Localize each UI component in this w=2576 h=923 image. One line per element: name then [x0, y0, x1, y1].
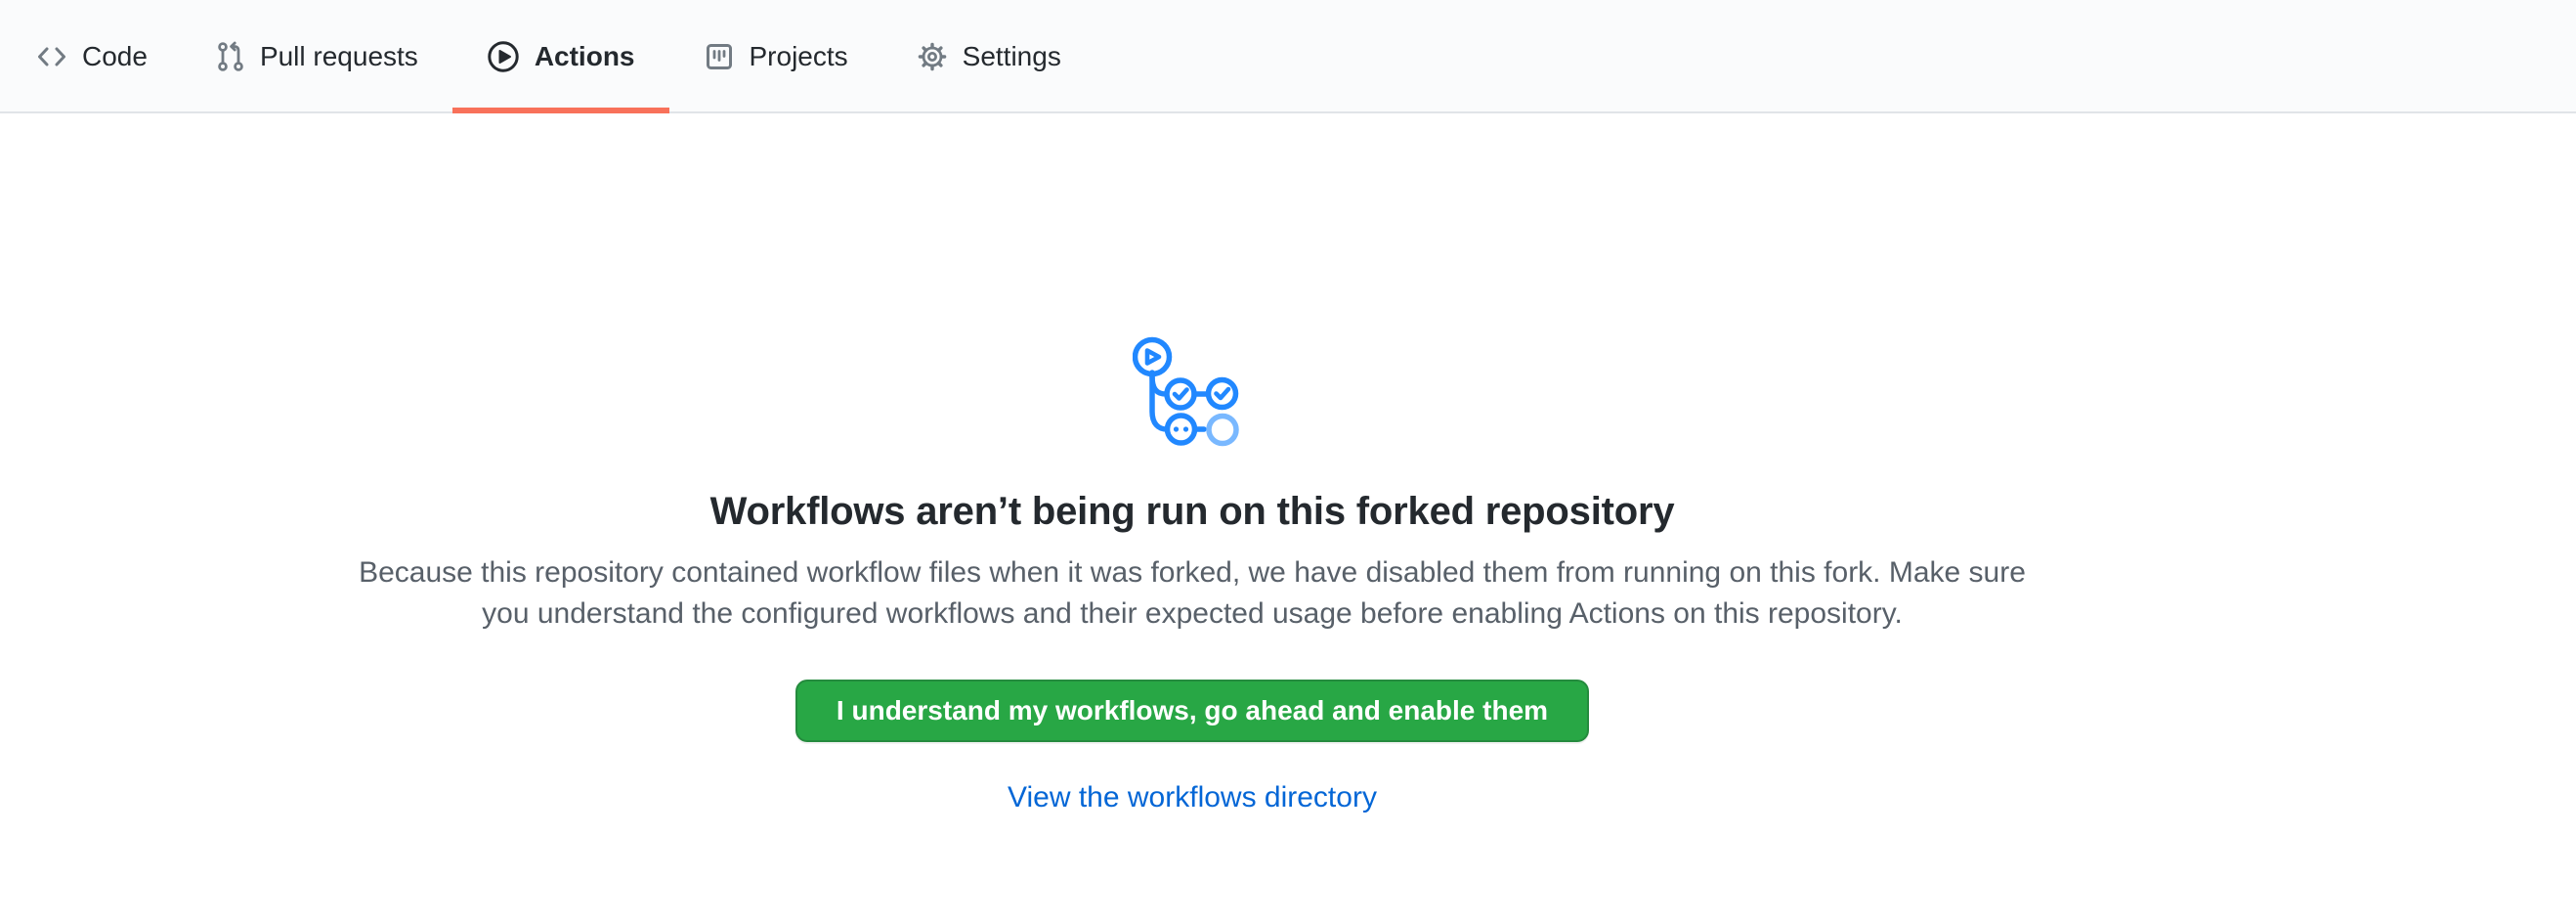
- tab-code[interactable]: Code: [2, 0, 182, 113]
- tab-actions[interactable]: Actions: [452, 0, 669, 113]
- repo-tab-nav: Code Pull requests Actions: [0, 0, 2576, 113]
- actions-disabled-page: Workflows aren’t being run on this forke…: [0, 331, 2384, 814]
- git-pull-request-icon: [216, 41, 245, 72]
- workflow-graph-icon: [1133, 331, 1252, 447]
- page-title: Workflows aren’t being run on this forke…: [0, 488, 2384, 535]
- tab-label: Projects: [750, 41, 848, 72]
- view-workflows-directory-link[interactable]: View the workflows directory: [0, 781, 2384, 814]
- project-board-icon: [704, 41, 735, 72]
- play-circle-icon: [487, 40, 520, 73]
- tab-projects[interactable]: Projects: [669, 0, 882, 113]
- tab-label: Settings: [963, 41, 1061, 72]
- page-description: Because this repository contained workfl…: [347, 552, 2038, 635]
- tab-label: Pull requests: [260, 41, 418, 72]
- tab-label: Actions: [535, 41, 635, 72]
- code-icon: [36, 41, 67, 72]
- tab-settings[interactable]: Settings: [882, 0, 1095, 113]
- tab-label: Code: [82, 41, 148, 72]
- gear-icon: [917, 41, 948, 72]
- enable-workflows-button[interactable]: I understand my workflows, go ahead and …: [795, 680, 1589, 742]
- tab-pull-requests[interactable]: Pull requests: [182, 0, 452, 113]
